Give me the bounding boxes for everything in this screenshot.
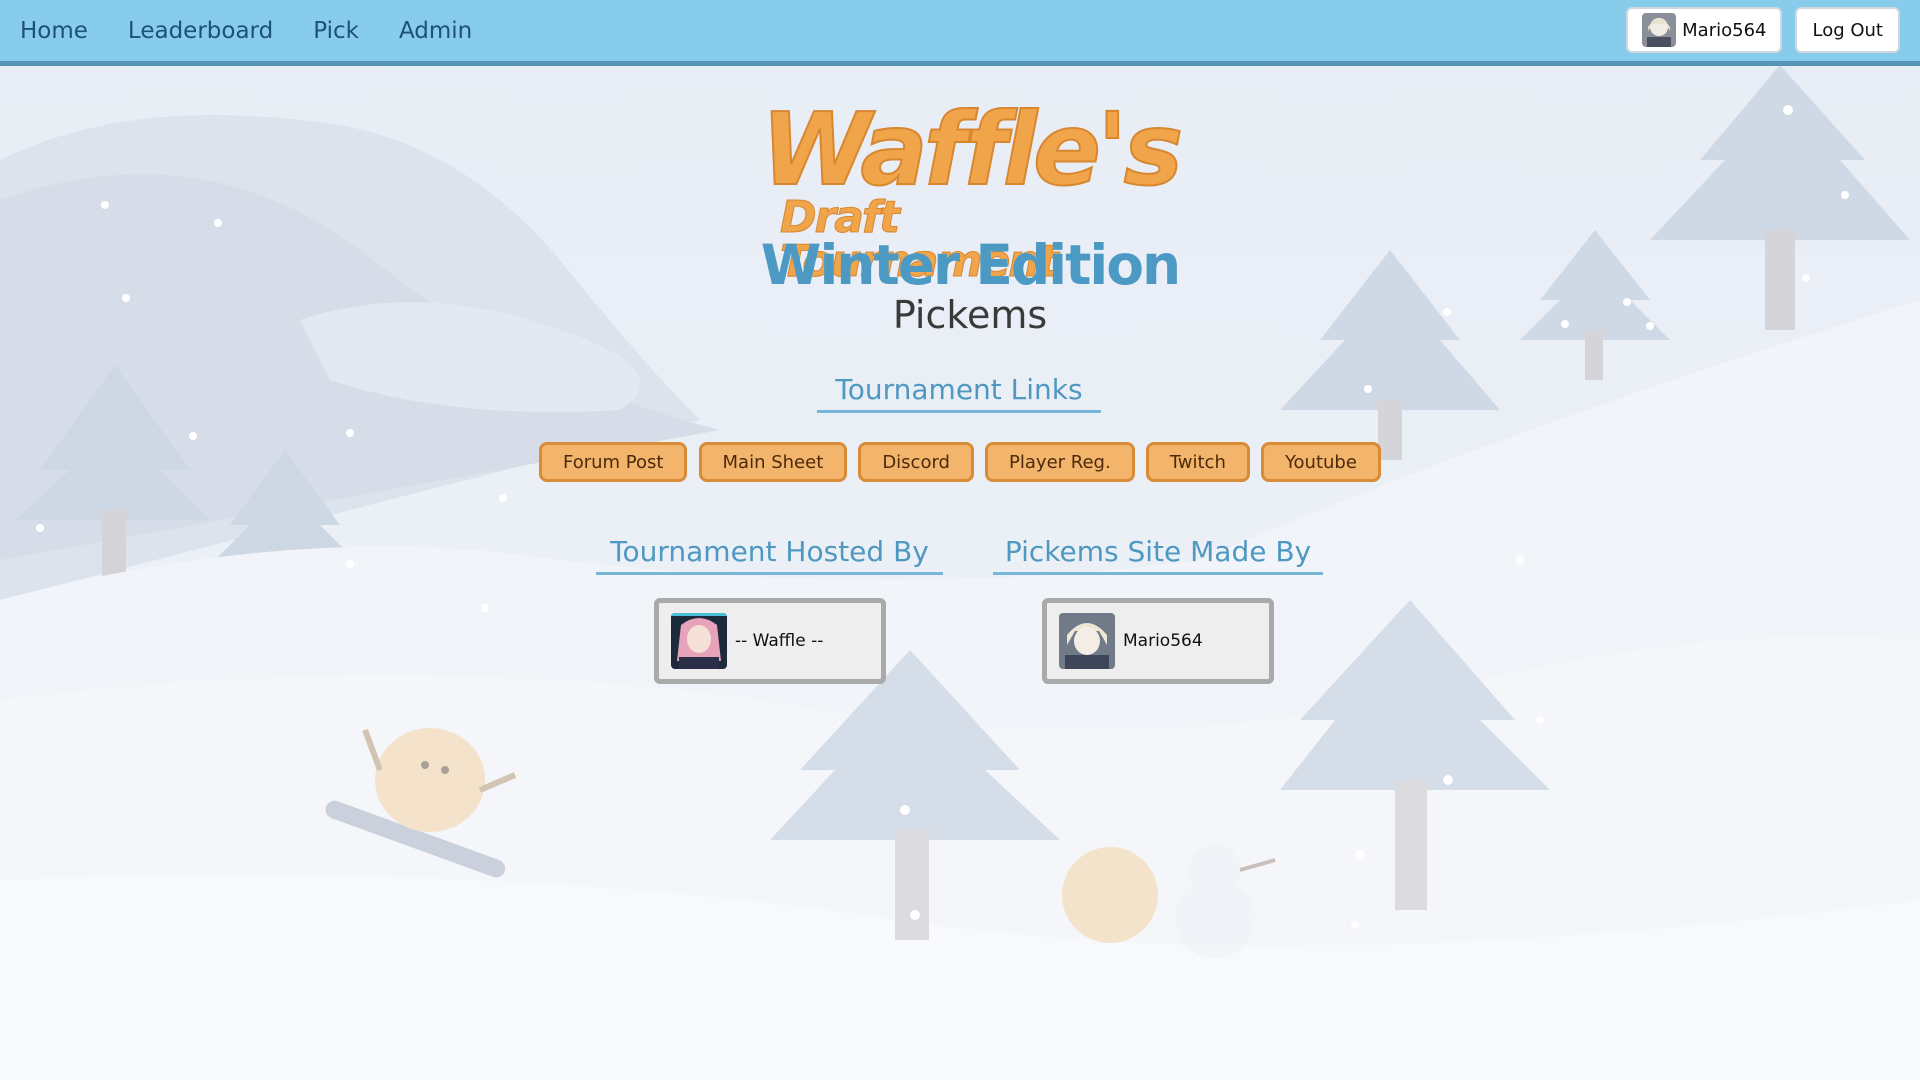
nav-links: Home Leaderboard Pick Admin: [20, 0, 472, 61]
youtube-button[interactable]: Youtube: [1260, 442, 1381, 482]
top-nav-bar: Home Leaderboard Pick Admin Mario564 Log…: [0, 0, 1920, 66]
nav-user-area: Mario564 Log Out: [1626, 7, 1900, 53]
logo-title: Waffle's: [760, 91, 1184, 208]
main-content: Waffle's Draft Tournament Winter Edition…: [0, 0, 1920, 1080]
nav-link-home[interactable]: Home: [20, 18, 88, 44]
tournament-links-row: Forum Post Main Sheet Discord Player Reg…: [539, 442, 1381, 482]
logout-button[interactable]: Log Out: [1795, 7, 1900, 53]
host-card[interactable]: -- Waffle --: [654, 598, 886, 684]
creator-avatar: [1059, 613, 1115, 669]
nav-link-leaderboard[interactable]: Leaderboard: [128, 18, 273, 44]
player-reg-button[interactable]: Player Reg.: [985, 442, 1135, 482]
host-avatar: [671, 613, 727, 669]
logo-edition: Winter Edition: [760, 233, 1181, 297]
made-by-heading: Pickems Site Made By: [993, 538, 1323, 575]
logo-pickems: Pickems: [892, 293, 1048, 337]
user-name: Mario564: [1682, 19, 1767, 41]
user-profile-button[interactable]: Mario564: [1626, 7, 1783, 53]
creator-card[interactable]: Mario564: [1042, 598, 1274, 684]
user-avatar: [1642, 13, 1677, 47]
twitch-button[interactable]: Twitch: [1145, 442, 1250, 482]
discord-button[interactable]: Discord: [858, 442, 974, 482]
tournament-logo: Waffle's Draft Tournament Winter Edition…: [760, 91, 1184, 340]
main-sheet-button[interactable]: Main Sheet: [698, 442, 848, 482]
host-name: -- Waffle --: [735, 631, 824, 651]
tournament-links-heading: Tournament Links: [817, 376, 1101, 413]
nav-link-admin[interactable]: Admin: [399, 18, 472, 44]
forum-post-button[interactable]: Forum Post: [539, 442, 688, 482]
hosted-by-heading: Tournament Hosted By: [596, 538, 943, 575]
nav-link-pick[interactable]: Pick: [313, 18, 359, 44]
creator-name: Mario564: [1123, 631, 1203, 651]
